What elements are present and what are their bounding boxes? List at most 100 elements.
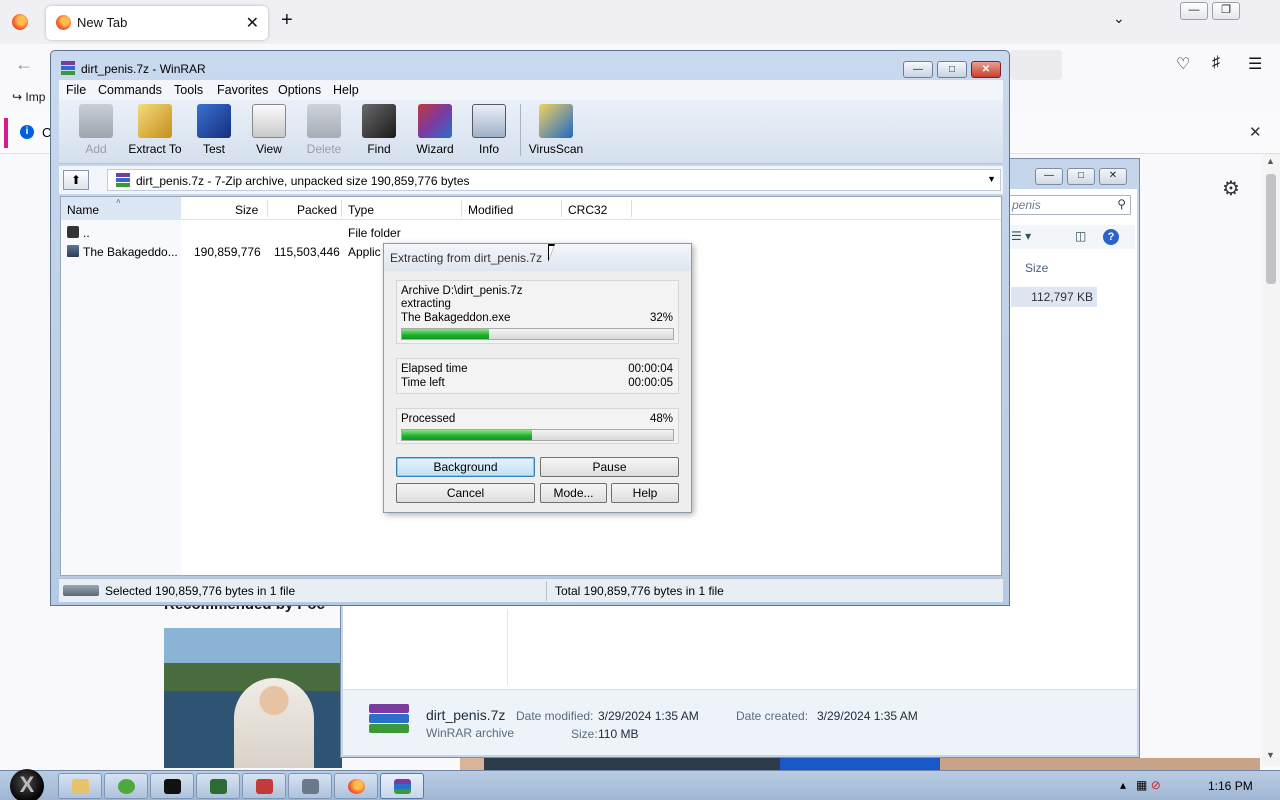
current-action: extracting [401, 298, 451, 310]
preview-pane-icon[interactable]: ◫ [1075, 229, 1086, 243]
info-button[interactable]: Info [460, 104, 518, 156]
start-button[interactable]: X [10, 769, 44, 800]
maximize-button[interactable]: □ [937, 61, 967, 78]
up-folder-icon[interactable]: ⬆ [63, 170, 89, 190]
selected-file-size[interactable]: 112,797 KB [1011, 287, 1097, 307]
import-bookmarks-link[interactable]: ↪ Imp [12, 90, 45, 104]
pocket-icon[interactable]: ♡ [1176, 54, 1190, 74]
winrar-app-icon[interactable] [61, 61, 75, 76]
extract-to-button[interactable]: Extract To [126, 104, 184, 156]
network-icon[interactable]: ▦ [1136, 778, 1147, 792]
taskbar-torrent[interactable] [104, 773, 148, 799]
list-all-tabs-icon[interactable]: ⌄ [1113, 10, 1125, 27]
view-button[interactable]: View [240, 104, 298, 156]
archive-path-dropdown[interactable]: dirt_penis.7z - 7-Zip archive, unpacked … [107, 169, 1001, 191]
folder-icon [72, 779, 89, 794]
taskbar-app-2[interactable] [288, 773, 332, 799]
taskbar-cmd[interactable] [150, 773, 194, 799]
path-bar: ⬆ dirt_penis.7z - 7-Zip archive, unpacke… [59, 166, 1003, 194]
close-button[interactable]: ✕ [971, 61, 1001, 78]
column-header-size[interactable]: Size [235, 203, 258, 217]
time-left-value: 00:00:05 [628, 377, 673, 389]
toolbar: Add Extract To Test View Delete Find Wiz… [59, 100, 1003, 164]
column-header-packed[interactable]: Packed [297, 203, 337, 217]
taskbar-firefox[interactable] [334, 773, 378, 799]
file-list-header: Name ˄ Size Packed Type Modified CRC32 [61, 197, 1001, 220]
volume-muted-icon[interactable]: ⊘ [1151, 778, 1161, 792]
background-button[interactable]: Background [396, 457, 535, 477]
menu-tools[interactable]: Tools [174, 83, 203, 97]
maximize-icon[interactable]: □ [1067, 168, 1095, 185]
find-button[interactable]: Find [350, 104, 408, 156]
notification-close-icon[interactable]: ✕ [1249, 123, 1262, 141]
explorer-search-input[interactable]: penis ⚲ [1009, 195, 1131, 215]
address-bar[interactable] [1010, 50, 1062, 80]
menu-file[interactable]: File [66, 83, 86, 97]
elapsed-time-value: 00:00:04 [628, 363, 673, 375]
virusscan-button[interactable]: VirusScan [527, 104, 585, 156]
elapsed-time-label: Elapsed time [401, 363, 468, 375]
newtab-settings-gear-icon[interactable]: ⚙ [1222, 176, 1240, 201]
menu-commands[interactable]: Commands [98, 83, 162, 97]
restore-icon[interactable]: ❐ [1212, 2, 1240, 20]
taskbar-explorer[interactable] [58, 773, 102, 799]
virusscan-icon [539, 104, 573, 138]
dialog-title-bar[interactable]: Extracting from dirt_penis.7z [384, 244, 691, 271]
delete-button[interactable]: Delete [295, 104, 353, 156]
tab-close-icon[interactable]: ✕ [246, 13, 259, 33]
recommended-story-image[interactable] [164, 628, 342, 768]
help-button[interactable]: Help [611, 483, 679, 503]
taskbar-clock[interactable]: 1:16 PM [1208, 779, 1253, 793]
extensions-icon[interactable]: ♯ [1212, 54, 1220, 72]
minimize-button[interactable]: — [903, 61, 933, 78]
view-options-icon[interactable]: ☰ ▾ [1011, 229, 1031, 243]
page-scrollbar[interactable]: ▲ ▼ [1262, 154, 1280, 766]
application-file-icon [67, 245, 79, 257]
add-button[interactable]: Add [67, 104, 125, 156]
column-header-crc32[interactable]: CRC32 [568, 203, 607, 217]
scroll-down-icon[interactable]: ▼ [1266, 750, 1275, 760]
info-icon: i [20, 125, 34, 139]
taskbar-task-manager[interactable] [196, 773, 240, 799]
mode-button[interactable]: Mode... [540, 483, 607, 503]
column-header-name[interactable]: Name [61, 197, 181, 220]
drive-icon [63, 585, 99, 596]
menu-favorites[interactable]: Favorites [217, 83, 268, 97]
close-icon[interactable]: ✕ [1099, 168, 1127, 185]
minimize-icon[interactable]: — [1180, 2, 1208, 20]
menu-hamburger-icon[interactable]: ☰ [1248, 54, 1262, 74]
info-label: Info [478, 142, 499, 156]
menu-options[interactable]: Options [278, 83, 321, 97]
archive-path-text: dirt_penis.7z - 7-Zip archive, unpacked … [136, 174, 470, 188]
show-hidden-icons[interactable]: ▴ [1120, 778, 1126, 792]
scrollbar-thumb[interactable] [1266, 174, 1276, 284]
pause-button[interactable]: Pause [540, 457, 679, 477]
minimize-icon[interactable]: — [1035, 168, 1063, 185]
scroll-up-icon[interactable]: ▲ [1266, 156, 1275, 166]
browser-tab-new-tab[interactable]: New Tab ✕ [46, 6, 268, 40]
time-panel: Elapsed time 00:00:04 Time left 00:00:05 [396, 358, 679, 394]
add-label: Add [85, 142, 107, 156]
details-file-type: WinRAR archive [426, 726, 515, 740]
cancel-button[interactable]: Cancel [396, 483, 535, 503]
taskbar-winrar[interactable] [380, 773, 424, 799]
wizard-button[interactable]: Wizard [406, 104, 464, 156]
back-arrow-icon[interactable]: ← [15, 54, 33, 75]
size-column-header[interactable]: Size [1025, 261, 1048, 275]
taskbar-app[interactable] [242, 773, 286, 799]
parent-folder-icon [67, 226, 79, 238]
menu-help[interactable]: Help [333, 83, 359, 97]
table-row[interactable]: .. File folder [61, 223, 1001, 242]
new-tab-button[interactable]: + [281, 9, 293, 32]
search-icon[interactable]: ⚲ [1117, 197, 1126, 211]
mouse-cursor-icon [548, 244, 562, 262]
column-header-modified[interactable]: Modified [468, 203, 513, 217]
column-header-type[interactable]: Type [348, 203, 374, 217]
firefox-view-icon[interactable] [12, 14, 28, 30]
processed-percent: 48% [649, 413, 673, 425]
column-separator [631, 200, 632, 217]
test-button[interactable]: Test [185, 104, 243, 156]
help-icon[interactable]: ? [1103, 229, 1119, 245]
chevron-down-icon[interactable]: ▼ [987, 174, 996, 184]
row-packed: 115,503,446 [274, 245, 340, 259]
